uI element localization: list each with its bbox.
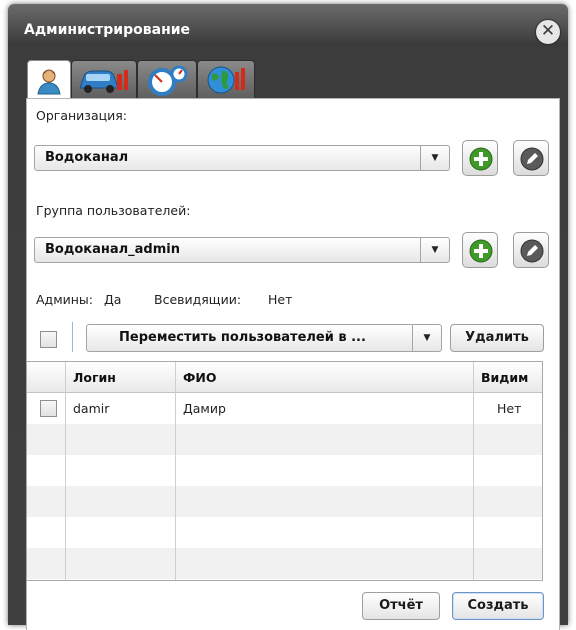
tab-map[interactable] [197,60,255,99]
admins-label: Админы: [36,292,94,307]
column-divider [65,362,66,580]
move-users-select[interactable]: Переместить пользователей в ... ▼ [86,324,442,352]
row-visible: Нет [497,401,522,416]
admins-value: Да [104,292,122,307]
edit-user-group-button[interactable] [513,232,549,268]
column-header-name: ФИО [183,370,217,385]
organization-label: Организация: [36,108,127,123]
all-seeing-label: Всевидящии: [154,292,242,307]
table-header: Логин ФИО Видим [27,362,542,393]
table-row-empty [27,548,542,579]
user-group-select[interactable]: Водоканал_admin ▼ [34,237,450,263]
table-row-empty [27,486,542,517]
edit-icon [520,147,544,171]
tab-sensors[interactable] [137,60,197,99]
vehicle-settings-icon [79,70,128,93]
actions-divider [72,322,73,352]
tab-vehicles[interactable] [71,60,137,99]
table-row-empty [27,517,542,548]
table-row-empty [27,455,542,486]
delete-button[interactable]: Удалить [450,324,544,352]
all-seeing-value: Нет [268,292,293,307]
table-row[interactable]: damir Дамир Нет [27,393,542,424]
organization-value: Водоканал [45,150,129,165]
column-divider [473,362,474,580]
close-icon[interactable]: ✕ [536,20,560,44]
organization-select[interactable]: Водоканал ▼ [34,145,450,171]
user-icon [37,69,61,94]
users-table: Логин ФИО Видим damir Дамир Нет [26,361,543,581]
column-divider [175,362,176,580]
add-organization-button[interactable] [462,140,498,176]
user-group-label: Группа пользователей: [36,203,191,218]
gauge-icon [148,65,188,96]
edit-organization-button[interactable] [513,140,549,176]
chevron-down-icon: ▼ [412,325,441,351]
edit-icon [520,239,544,263]
row-name: Дамир [183,401,226,416]
add-icon [469,239,493,263]
tab-users[interactable] [27,60,71,100]
user-group-value: Водоканал_admin [45,242,180,257]
chevron-down-icon: ▼ [420,146,449,170]
create-button[interactable]: Создать [452,592,544,620]
move-users-label: Переместить пользователей в ... [119,330,366,345]
row-checkbox[interactable] [40,400,57,417]
dialog-title: Администрирование [24,22,191,38]
column-header-login: Логин [73,370,116,385]
chevron-down-icon: ▼ [420,238,449,262]
table-row-empty [27,424,542,455]
select-all-checkbox[interactable] [40,331,57,348]
globe-settings-icon [207,66,245,94]
add-user-group-button[interactable] [462,232,498,268]
row-login: damir [73,401,110,416]
add-icon [469,147,493,171]
column-header-visible: Видим [481,370,529,385]
report-button[interactable]: Отчёт [362,592,440,620]
